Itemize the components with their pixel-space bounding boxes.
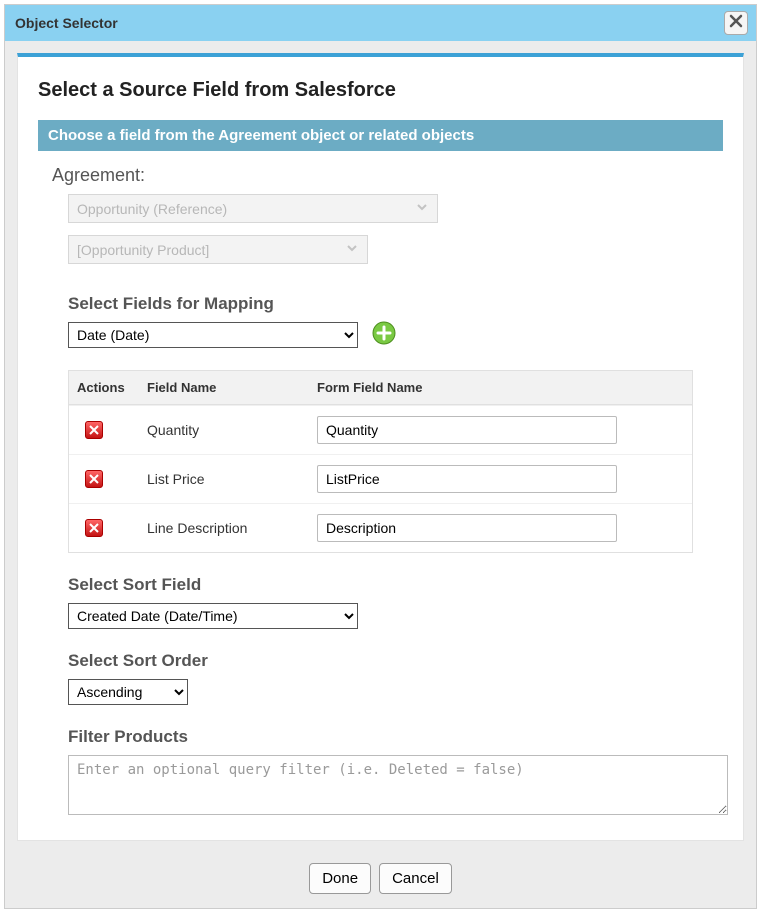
footer-bar: Done Cancel — [5, 853, 756, 908]
sort-order-label: Select Sort Order — [68, 651, 723, 671]
chevron-down-icon — [415, 200, 429, 217]
chevron-down-icon — [345, 241, 359, 258]
delete-row-button[interactable] — [85, 421, 103, 439]
content-outer: Select a Source Field from Salesforce Ch… — [5, 41, 756, 853]
sort-order-select[interactable]: Ascending — [68, 679, 188, 705]
agreement-select-2[interactable]: [Opportunity Product] — [68, 235, 368, 264]
form-field-input[interactable] — [317, 416, 617, 444]
close-button[interactable] — [724, 11, 748, 35]
delete-icon — [89, 520, 99, 536]
close-icon — [729, 14, 743, 33]
titlebar: Object Selector — [5, 5, 756, 41]
delete-row-button[interactable] — [85, 519, 103, 537]
table-row: List Price — [69, 454, 692, 503]
col-header-form-field-name: Form Field Name — [309, 371, 692, 404]
form-field-input[interactable] — [317, 465, 617, 493]
page-heading: Select a Source Field from Salesforce — [38, 79, 723, 102]
field-name-cell: List Price — [139, 461, 309, 497]
delete-icon — [89, 422, 99, 438]
field-name-cell: Quantity — [139, 412, 309, 448]
form-field-input[interactable] — [317, 514, 617, 542]
instruction-banner: Choose a field from the Agreement object… — [38, 120, 723, 151]
cancel-button[interactable]: Cancel — [379, 863, 452, 894]
agreement-select-1-value: Opportunity (Reference) — [77, 201, 227, 217]
dialog-window: Object Selector Select a Source Field fr… — [4, 4, 757, 909]
mapping-label: Select Fields for Mapping — [68, 294, 723, 314]
add-field-button[interactable] — [372, 323, 396, 347]
agreement-select-2-value: [Opportunity Product] — [77, 242, 209, 258]
delete-icon — [89, 471, 99, 487]
filter-products-input[interactable] — [68, 755, 728, 815]
agreement-select-1[interactable]: Opportunity (Reference) — [68, 194, 438, 223]
col-header-field-name: Field Name — [139, 371, 309, 404]
sort-field-label: Select Sort Field — [68, 575, 723, 595]
table-row: Quantity — [69, 405, 692, 454]
filter-label: Filter Products — [68, 727, 723, 747]
delete-row-button[interactable] — [85, 470, 103, 488]
window-title: Object Selector — [15, 15, 118, 31]
table-row: Line Description — [69, 503, 692, 552]
agreement-label: Agreement: — [52, 165, 723, 186]
fields-table: Actions Field Name Form Field Name Quant… — [68, 370, 693, 553]
content-panel: Select a Source Field from Salesforce Ch… — [17, 53, 744, 841]
col-header-actions: Actions — [69, 371, 139, 404]
sort-field-select[interactable]: Created Date (Date/Time) — [68, 603, 358, 629]
mapping-field-select[interactable]: Date (Date) — [68, 322, 358, 348]
table-header: Actions Field Name Form Field Name — [69, 371, 692, 405]
plus-icon — [372, 321, 396, 350]
field-name-cell: Line Description — [139, 510, 309, 546]
done-button[interactable]: Done — [309, 863, 371, 894]
